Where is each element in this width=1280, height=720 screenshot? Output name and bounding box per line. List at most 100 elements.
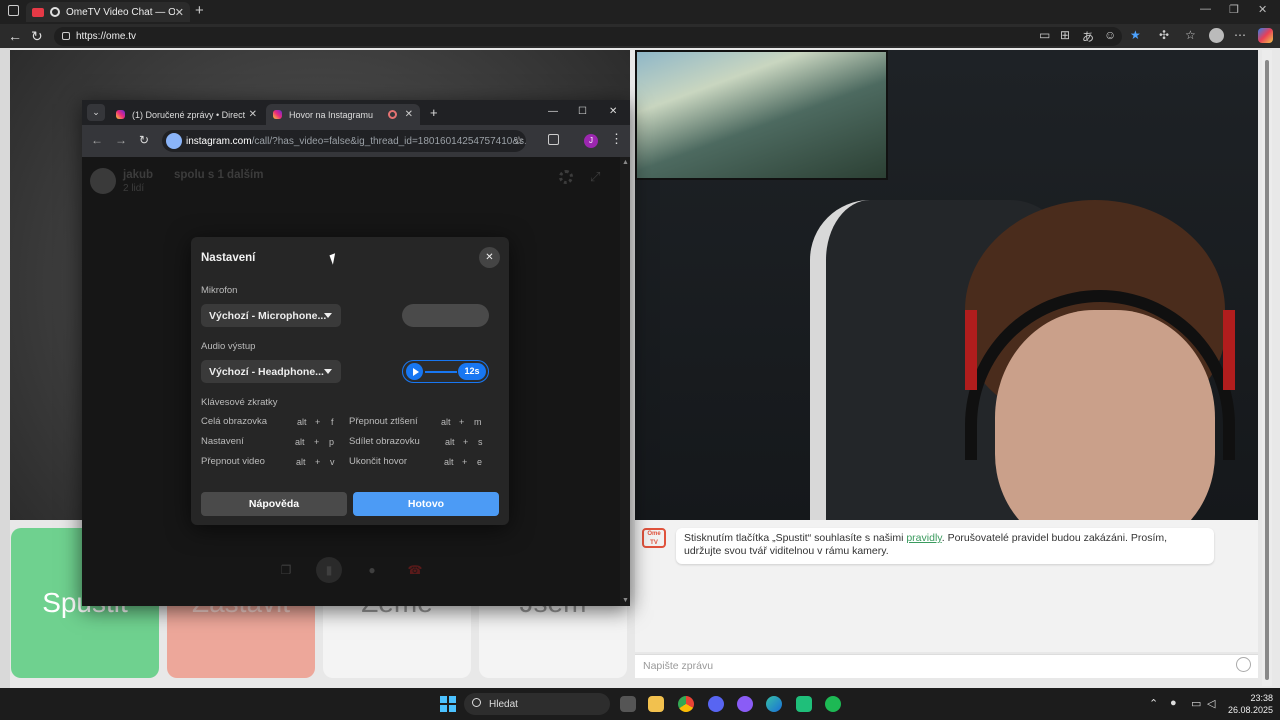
taskbar: Hledat ⌃ ● ▭ ◁ 23:38 26.08.2025 [0,688,1280,720]
close-window-icon[interactable]: ✕ [609,106,617,117]
app-icon[interactable] [796,696,812,712]
new-tab-icon[interactable]: + [195,2,204,19]
collections-icon[interactable]: ☆ [1185,28,1196,42]
more-menu-icon[interactable]: ⋯ [1234,28,1246,42]
url-host: instagram.com [186,135,252,147]
tracking-icon[interactable]: ☺ [1104,28,1116,42]
refresh-icon[interactable]: ↻ [31,28,43,45]
screen-share-icon[interactable]: ❐ [273,557,299,583]
minimize-icon[interactable]: — [1200,3,1211,15]
taskbar-search[interactable]: Hledat [464,693,610,715]
shortcut-name: Sdílet obrazovku [349,436,420,447]
recording-icon [50,7,60,17]
background-tv [635,50,888,180]
discord-icon[interactable] [708,696,724,712]
search-icon [472,698,481,707]
task-view-icon[interactable] [620,696,636,712]
mic-permission-icon[interactable] [166,133,182,149]
back-icon[interactable]: ← [8,28,22,44]
windows-start-icon[interactable] [440,696,456,712]
done-button[interactable]: Hotovo [353,492,499,516]
video-off-icon[interactable]: ▮ [316,557,342,583]
forward-icon[interactable]: → [115,133,127,147]
bookmark-star-icon[interactable]: ☆ [514,134,524,147]
expand-icon[interactable]: ⤢ [590,169,600,185]
gear-icon[interactable] [559,170,573,184]
volume-icon[interactable]: ◁ [1207,697,1215,710]
microphone-tray-icon[interactable]: ● [1170,697,1177,709]
help-button[interactable]: Nápověda [201,492,347,516]
end-call-icon[interactable]: ☎ [402,557,428,583]
new-tab-icon[interactable]: + [430,105,438,120]
maximize-icon[interactable]: ☐ [578,106,587,117]
scroll-up-icon[interactable]: ▲ [622,159,629,166]
translate-icon[interactable]: あ [1082,28,1094,45]
minimize-icon[interactable]: — [548,106,558,117]
close-tab-icon[interactable]: ✕ [175,6,184,19]
copilot-icon[interactable] [1258,28,1273,43]
chrome-scrollbar[interactable]: ▲ ▼ [620,157,630,606]
kebab-menu-icon[interactable]: ⋮ [610,131,623,147]
audio-select-value: Výchozí - Headphone... [209,365,324,378]
audio-output-select[interactable]: Výchozí - Headphone... [201,360,341,383]
refresh-icon[interactable]: ↻ [139,133,149,147]
network-icon[interactable]: ▭ [1191,697,1201,710]
chrome-tab-call[interactable]: Hovor na Instagramu ✕ [266,104,420,125]
shortcut-name: Celá obrazovka [201,416,268,427]
close-window-icon[interactable]: ✕ [1258,3,1267,16]
audio-test-player[interactable]: 12s [402,360,489,383]
edge-address-bar[interactable]: https://ome.tv [54,27,1122,46]
shortcut-key: alt [295,437,305,447]
participant-count: 2 lidí [123,183,145,194]
rules-link[interactable]: pravidly [906,532,941,544]
emoji-icon[interactable] [1236,657,1251,672]
audio-track [425,371,457,373]
github-desktop-icon[interactable] [737,696,753,712]
taskbar-search-label: Hledat [489,698,518,710]
microphone-icon[interactable]: ● [359,557,385,583]
shortcut-key: alt [441,417,451,427]
file-explorer-icon[interactable] [648,696,664,712]
mic-level-meter [402,304,489,327]
chevron-down-icon [324,313,332,318]
chrome-address-bar[interactable]: instagram.com/call/?has_video=false&ig_t… [162,130,526,152]
scroll-down-icon[interactable]: ▼ [622,597,629,604]
back-icon[interactable]: ← [91,133,103,147]
camera-icon[interactable]: ▭ [1039,28,1050,42]
instagram-icon [116,110,125,119]
chrome-tab-bar: ⌄ (1) Doručené zprávy • Direct ✕ Hovor n… [82,100,630,125]
edge-tab-ometv[interactable]: OmeTV Video Chat — Omegle ✕ [26,2,190,22]
profile-avatar[interactable]: J [584,134,598,148]
restore-icon[interactable]: ❐ [1229,3,1239,16]
chrome-tab-direct[interactable]: (1) Doručené zprávy • Direct ✕ [109,104,264,125]
tab-search-icon[interactable]: ⌄ [87,104,105,121]
shortcut-key: + [463,437,469,447]
audio-label: Audio výstup [201,341,256,352]
page-scrollbar[interactable] [1262,50,1272,686]
tab-actions-icon[interactable] [8,5,19,16]
favorite-star-icon[interactable]: ★ [1130,28,1141,42]
extensions-icon[interactable]: ✣ [1159,28,1169,42]
close-tab-icon[interactable]: ✕ [249,109,257,120]
mic-select[interactable]: Výchozí - Microphone... [201,304,341,327]
spotify-icon[interactable] [825,696,841,712]
instagram-icon [273,110,282,119]
close-dialog-icon[interactable]: ✕ [479,247,500,268]
chrome-icon[interactable] [678,696,694,712]
edge-icon[interactable] [766,696,782,712]
extensions-icon[interactable] [548,134,559,145]
shortcut-name: Přepnout ztlšení [349,416,418,427]
page-left-edge [0,48,10,688]
play-icon[interactable] [406,363,423,380]
site-info-icon[interactable] [62,32,70,40]
scrollbar-thumb[interactable] [1265,60,1269,680]
close-tab-icon[interactable]: ✕ [405,109,413,120]
profile-avatar[interactable] [1209,28,1224,43]
clock-date: 26.08.2025 [1228,705,1274,715]
app-icon[interactable]: ⊞ [1060,28,1070,42]
avatar [90,168,116,194]
chevron-up-icon[interactable]: ⌃ [1149,697,1158,710]
edge-url-text: https://ome.tv [76,31,137,42]
chat-message-input[interactable]: Napište zprávu [635,654,1258,678]
taskbar-clock[interactable]: 23:38 26.08.2025 [1228,692,1273,716]
